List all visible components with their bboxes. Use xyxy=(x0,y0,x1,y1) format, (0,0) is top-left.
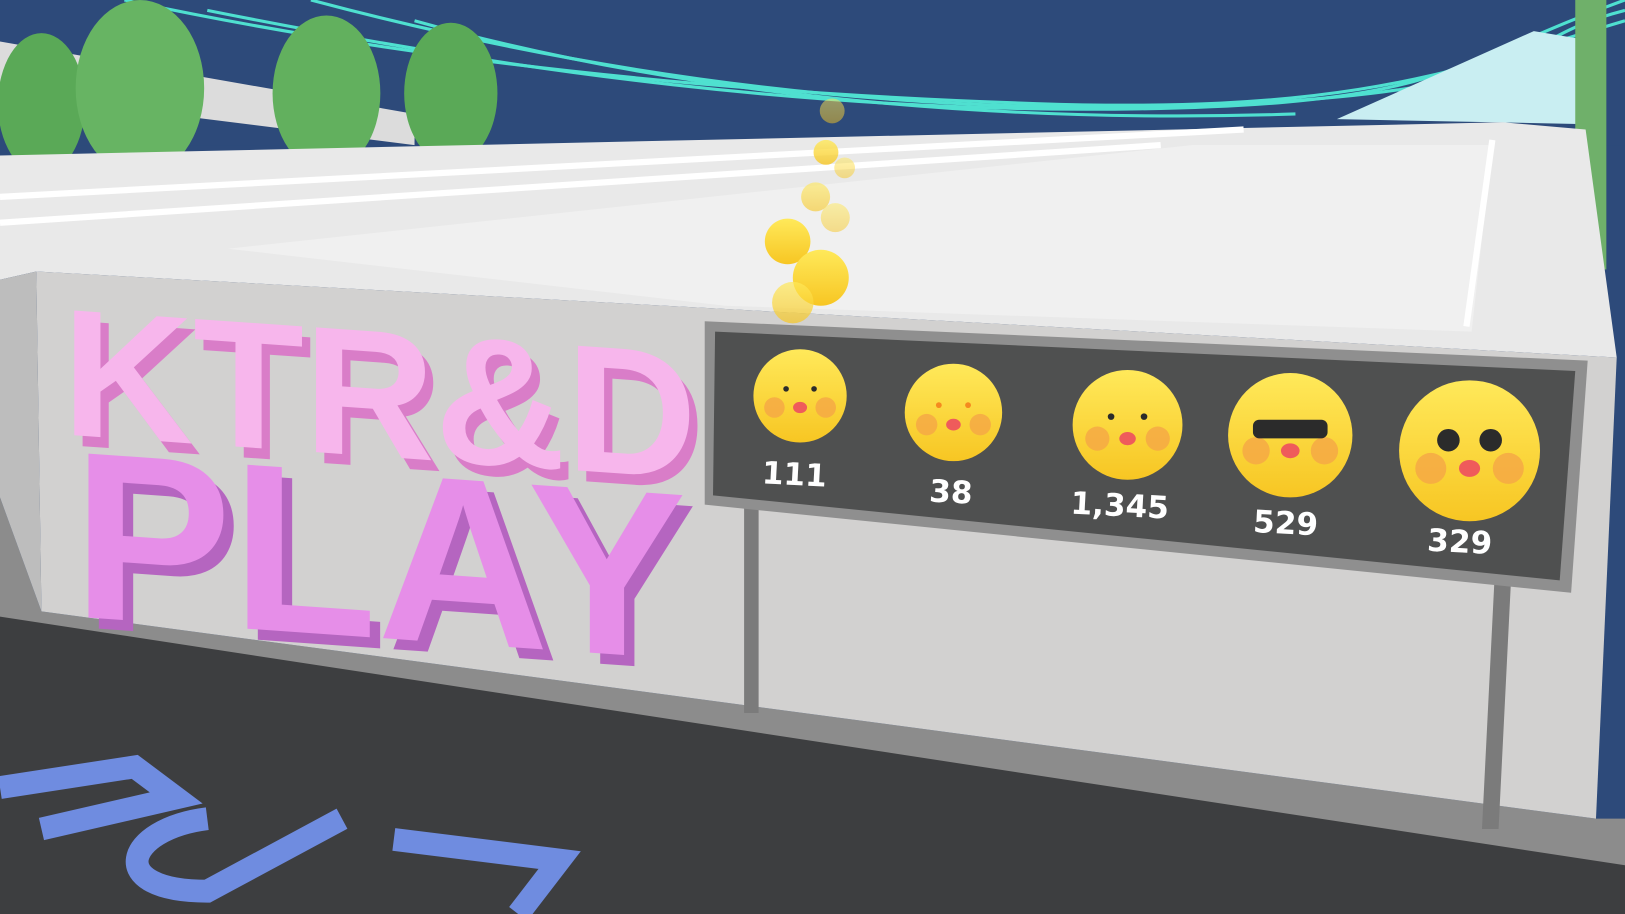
emoji-cheek xyxy=(1492,452,1524,484)
emoji-eye xyxy=(965,402,971,409)
reaction-count: 529 xyxy=(1252,504,1319,543)
emoji-cheek xyxy=(1415,452,1447,484)
ktrd-play-sign: KTR&D KTR&D PLAY PLAY xyxy=(62,272,705,722)
reaction-count: 38 xyxy=(928,474,973,512)
emoji-mouth xyxy=(793,401,808,414)
emoji-cheek xyxy=(969,413,991,436)
reaction-item[interactable]: 1,345 xyxy=(1070,369,1183,527)
pleading-emoji-icon xyxy=(1399,380,1541,522)
emoji-cheek xyxy=(815,397,836,418)
board-post-left xyxy=(744,497,759,713)
emoji-eye xyxy=(935,402,942,409)
love-emoji-icon xyxy=(753,349,847,443)
reaction-count: 329 xyxy=(1426,523,1493,562)
scene-canvas: KTR&D KTR&D PLAY PLAY 111 38 1,345 529 329 xyxy=(0,0,1625,914)
emoji-cheek xyxy=(1085,426,1110,451)
emoji-mouth xyxy=(1280,443,1300,459)
emoji-eye xyxy=(1437,428,1460,452)
star-eyes-thumbs-up-emoji-icon xyxy=(904,363,1003,462)
emoji-cheek xyxy=(915,413,938,436)
emoji-cheek xyxy=(1310,437,1339,465)
emoji-mouth xyxy=(946,418,961,431)
emoji-cheek xyxy=(1242,437,1270,465)
emoji-mouth xyxy=(1119,432,1136,446)
reaction-count: 1,345 xyxy=(1070,486,1170,527)
emoji-mouth xyxy=(1458,459,1481,477)
emoji-cheek xyxy=(1145,426,1170,451)
emoji-eye xyxy=(1140,413,1148,420)
emoji-eye xyxy=(1479,428,1502,452)
singing-emoji-icon xyxy=(1072,369,1183,480)
game-scene: KTR&D KTR&D PLAY PLAY 111 38 1,345 529 329 xyxy=(0,0,1625,914)
reaction-count: 111 xyxy=(761,455,828,494)
sign-line2: PLAY xyxy=(73,401,687,711)
sunglasses-icon xyxy=(1252,419,1328,439)
emoji-eye xyxy=(783,386,789,392)
emoji-eye xyxy=(811,386,817,392)
emoji-cheek xyxy=(764,397,785,418)
emoji-eye xyxy=(1107,413,1115,420)
